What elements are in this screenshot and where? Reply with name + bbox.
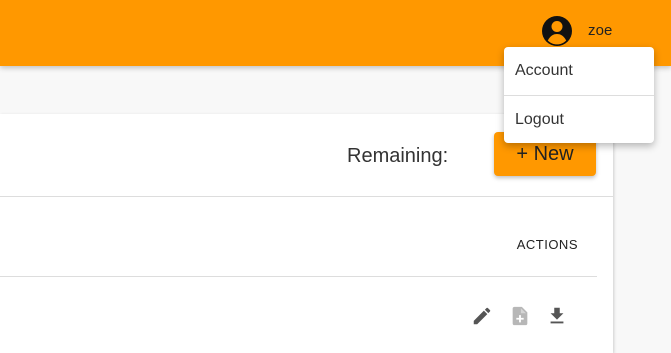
- table-header: ACTIONS: [0, 197, 597, 277]
- remaining-label: Remaining:: [347, 145, 449, 167]
- menu-item-logout[interactable]: Logout: [504, 96, 654, 143]
- file-plus-icon[interactable]: [509, 305, 531, 327]
- download-icon[interactable]: [546, 305, 568, 327]
- table-row: [0, 277, 597, 353]
- user-menu-trigger[interactable]: zoe: [541, 15, 613, 47]
- app-window: zoe Remaining: + New ACTIONS Account Log…: [0, 0, 671, 353]
- menu-item-account-label: Account: [515, 62, 573, 79]
- menu-item-logout-label: Logout: [515, 111, 564, 128]
- username[interactable]: zoe: [588, 15, 613, 47]
- main-panel: Remaining: + New ACTIONS: [0, 114, 613, 353]
- actions-column-header: ACTIONS: [516, 237, 578, 252]
- user-dropdown-menu: Account Logout: [504, 47, 654, 143]
- menu-item-account[interactable]: Account: [504, 47, 654, 96]
- account-circle-icon[interactable]: [541, 15, 573, 47]
- edit-icon[interactable]: [471, 305, 493, 327]
